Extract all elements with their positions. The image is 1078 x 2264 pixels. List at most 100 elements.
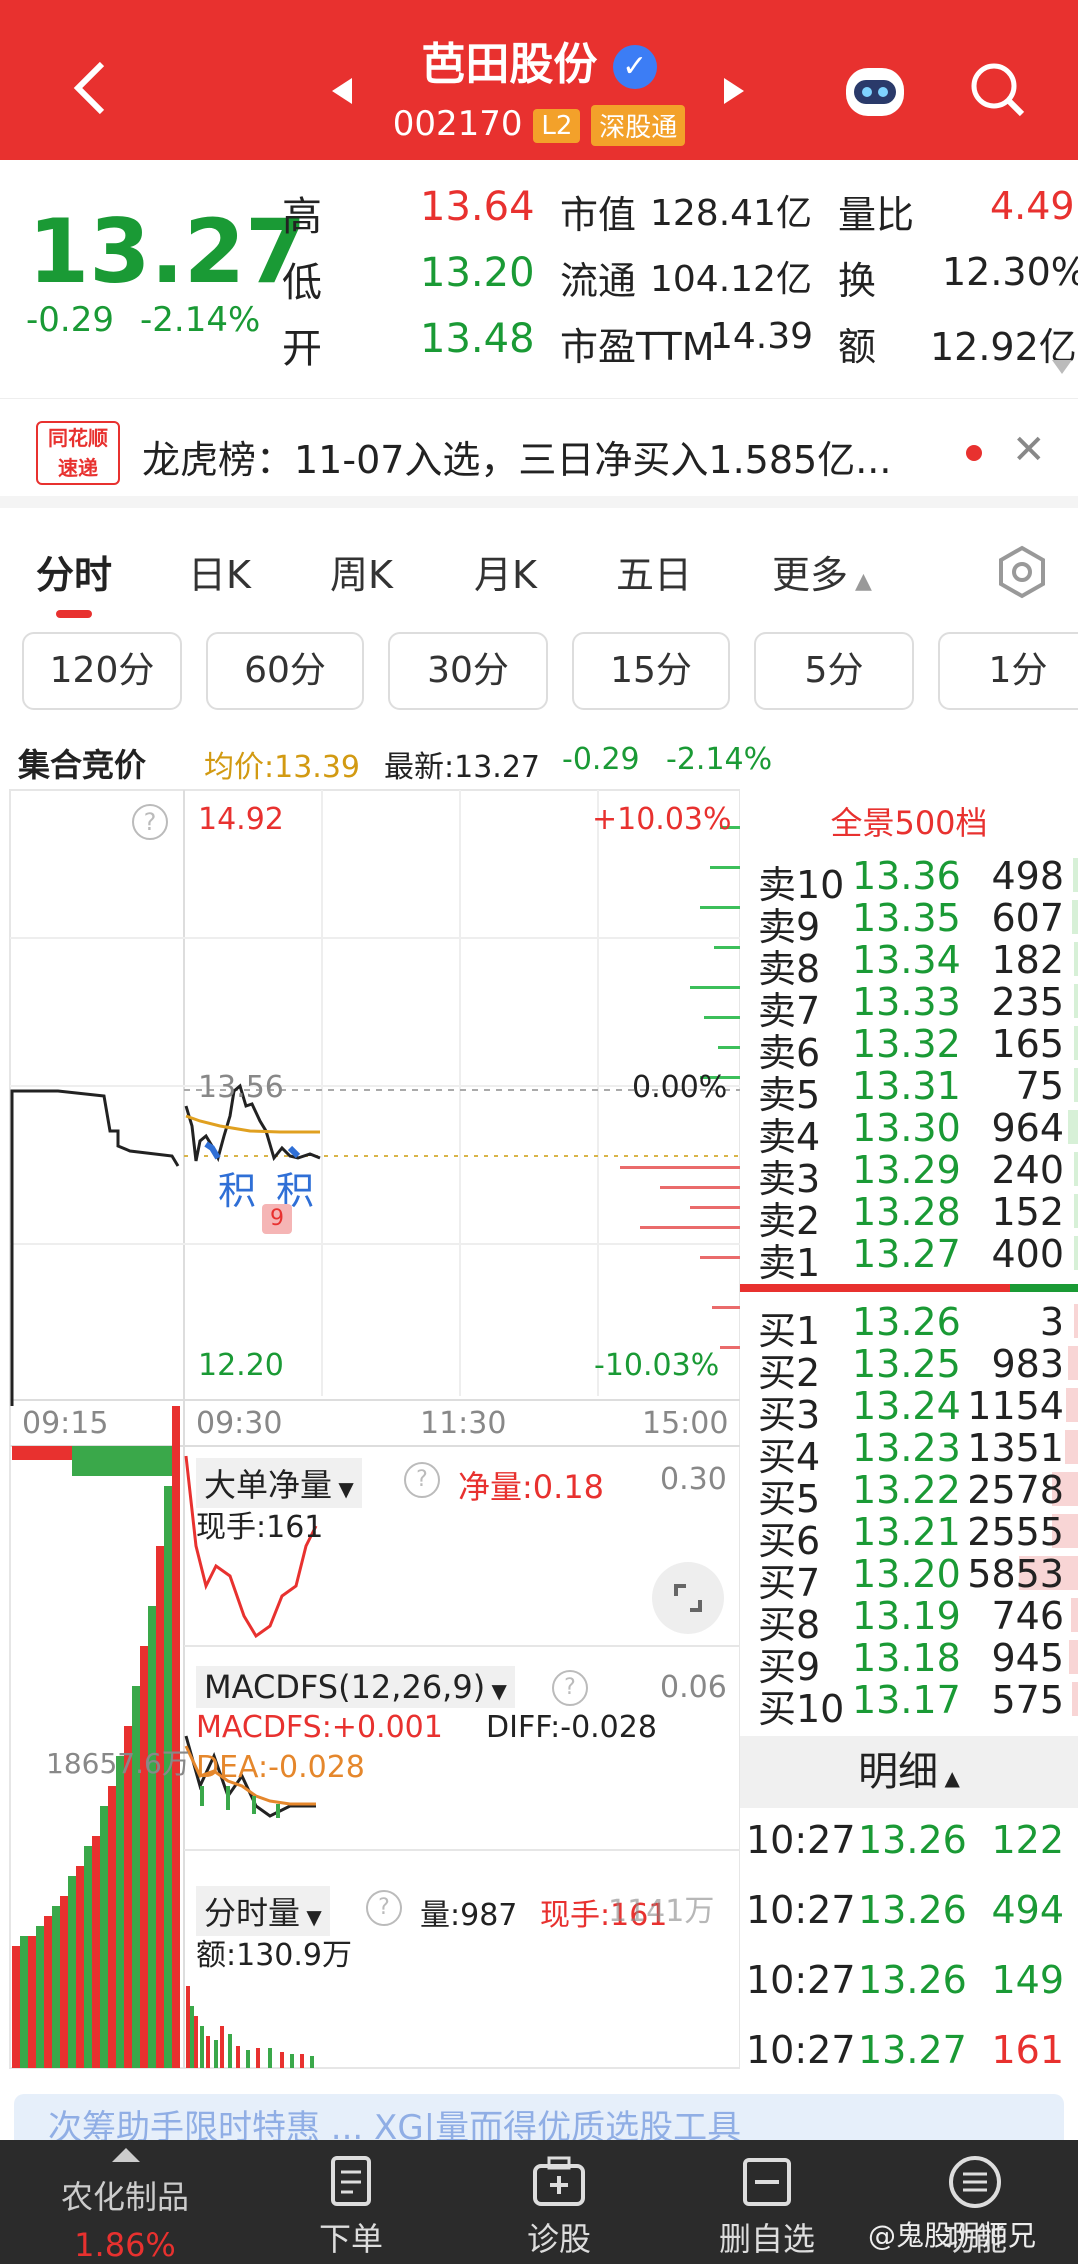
robot-assistant-icon[interactable] (840, 58, 910, 122)
settings-hex-icon[interactable] (994, 544, 1050, 600)
nav-order-button[interactable]: 下单 (276, 2140, 426, 2264)
level-badge: L2 (533, 108, 581, 143)
news-ticker[interactable]: 同花顺 速递 龙虎榜：11-07入选，三日净买入1.585亿... ✕ (0, 398, 1078, 508)
low-label: 低 (282, 260, 322, 306)
nav-remove-watchlist-button[interactable]: 删自选 (692, 2140, 842, 2264)
bid-row[interactable]: 买3 13.24 1154 (740, 1384, 1078, 1437)
help-icon[interactable]: ? (366, 1890, 402, 1926)
trade-volume: 494 (991, 1888, 1064, 1932)
help-icon[interactable]: ? (132, 804, 168, 840)
trade-volume: 149 (991, 1958, 1064, 2002)
open-label: 开 (282, 326, 322, 372)
chart-info-bar: 集合竞价 均价:13.39 最新:13.27 -0.29 -2.14% (0, 738, 1078, 785)
expand-icon[interactable] (1052, 360, 1072, 374)
order-book[interactable]: 全景500档 卖10 13.36 498 卖9 13.35 607 卖8 13.34 182 卖7… (740, 786, 1078, 2084)
tab-intraday[interactable]: 分时 (36, 544, 112, 599)
float-cap-label: 流通 (560, 259, 637, 303)
level-volume: 607 (991, 896, 1064, 940)
period-1[interactable]: 1分 (938, 632, 1078, 710)
trade-time: 10:27 (746, 1888, 856, 1932)
volume-bar (1074, 1026, 1078, 1060)
level-volume: 5853 (967, 1552, 1064, 1596)
buy-sell-ratio-red (740, 1284, 1010, 1292)
price-change: -0.29 (26, 300, 114, 340)
level-volume: 240 (991, 1148, 1064, 1192)
nav-diagnose-button[interactable]: 诊股 (484, 2140, 634, 2264)
bid-row[interactable]: 买1 13.26 3 (740, 1300, 1078, 1353)
trade-detail-row: 10:27 13.26 149 (740, 1958, 1078, 2002)
level-price: 13.17 (852, 1678, 961, 1722)
next-stock-icon[interactable] (722, 76, 746, 106)
period-30[interactable]: 30分 (388, 632, 548, 710)
amount-label: 额 (838, 325, 877, 369)
trade-time: 10:27 (746, 2028, 856, 2072)
ask-row[interactable]: 卖10 13.36 498 (740, 854, 1078, 907)
stock-code: 002170 (392, 104, 523, 144)
turnover-label: 换 (838, 259, 877, 303)
float-cap-value: 104.12亿 (650, 259, 812, 300)
high-label: 高 (282, 194, 322, 240)
volume-bar (1074, 1068, 1078, 1102)
panel2-axis-value: 0.06 (660, 1670, 727, 1705)
level-price: 13.26 (852, 1300, 961, 1344)
ask-row[interactable]: 卖3 13.29 240 (740, 1148, 1078, 1201)
level-volume: 983 (991, 1342, 1064, 1386)
period-60[interactable]: 60分 (206, 632, 364, 710)
volume-bar (1066, 1388, 1078, 1422)
tab-five-day[interactable]: 五日 (616, 544, 692, 599)
sector-button[interactable]: 农化制品 1.86% (0, 2140, 250, 2264)
help-icon[interactable]: ? (552, 1670, 588, 1706)
ask-list: 卖10 13.36 498 卖9 13.35 607 卖8 13.34 182 卖7 13.33 23… (740, 854, 1078, 1285)
ask-row[interactable]: 卖5 13.31 75 (740, 1064, 1078, 1117)
tab-daily-k[interactable]: 日K (188, 544, 251, 599)
period-15[interactable]: 15分 (572, 632, 730, 710)
intraday-chart[interactable]: ? 14.92 +10.03% 13.56 0.00% 12.20 -10.03… (0, 786, 740, 2084)
dropdown-icon: ▼ (332, 1477, 354, 1501)
signal-marker-1[interactable]: 积 (218, 1160, 256, 1215)
level-label: 卖1 (758, 1241, 821, 1285)
bid-row[interactable]: 买4 13.23 1351 (740, 1426, 1078, 1479)
level-volume: 945 (991, 1636, 1064, 1680)
trade-price: 13.26 (858, 1818, 967, 1862)
bid-row[interactable]: 买7 13.20 5853 (740, 1552, 1078, 1605)
promo-banner[interactable]: 次筹助手限时特惠 ... XG|量而得优质选股工具 (14, 2094, 1064, 2140)
ask-row[interactable]: 卖7 13.33 235 (740, 980, 1078, 1033)
volume-ratio-value: 4.49 (990, 184, 1075, 228)
level-volume: 964 (991, 1106, 1064, 1150)
volume-bar (1064, 1430, 1078, 1464)
indicator-select-bigorder[interactable]: 大单净量 ▼ (196, 1458, 362, 1508)
indicator-select-macd[interactable]: MACDFS(12,26,9) ▼ (196, 1666, 515, 1708)
volume-value: 量:987 (420, 1898, 518, 1933)
ask-row[interactable]: 卖1 13.27 400 (740, 1232, 1078, 1285)
period-120[interactable]: 120分 (22, 632, 182, 710)
search-icon[interactable] (968, 60, 1028, 120)
time-label-0915: 09:15 (22, 1406, 109, 1441)
tab-weekly-k[interactable]: 周K (330, 544, 393, 599)
detail-header[interactable]: 明细 ▲ (740, 1736, 1078, 1808)
level-price: 13.22 (852, 1468, 961, 1512)
close-icon[interactable]: ✕ (1012, 427, 1046, 473)
ask-row[interactable]: 卖2 13.28 152 (740, 1190, 1078, 1243)
help-icon[interactable]: ? (404, 1462, 440, 1498)
order-book-title[interactable]: 全景500档 (740, 798, 1078, 844)
period-5[interactable]: 5分 (754, 632, 914, 710)
fullscreen-icon[interactable] (652, 1562, 724, 1634)
bid-row[interactable]: 买6 13.21 2555 (740, 1510, 1078, 1563)
indicator-select-volume[interactable]: 分时量 ▼ (196, 1886, 330, 1936)
bid-row[interactable]: 买5 13.22 2578 (740, 1468, 1078, 1521)
bid-row[interactable]: 买10 13.17 575 (740, 1678, 1078, 1731)
sector-name: 农化制品 (60, 2178, 189, 2216)
ask-row[interactable]: 卖9 13.35 607 (740, 896, 1078, 949)
ask-row[interactable]: 卖8 13.34 182 (740, 938, 1078, 991)
tab-monthly-k[interactable]: 月K (474, 544, 537, 599)
ask-row[interactable]: 卖6 13.32 165 (740, 1022, 1078, 1075)
ask-row[interactable]: 卖4 13.30 964 (740, 1106, 1078, 1159)
tab-more[interactable]: 更多 ▲ (772, 544, 872, 599)
pe-value: 14.39 (710, 316, 814, 357)
bottom-nav: 农化制品 1.86% 下单 诊股 删自选 功能 @鬼股阴师兄 (0, 2140, 1078, 2264)
bid-row[interactable]: 买2 13.25 983 (740, 1342, 1078, 1395)
level-volume: 498 (991, 854, 1064, 898)
bid-row[interactable]: 买8 13.19 746 (740, 1594, 1078, 1647)
bid-row[interactable]: 买9 13.18 945 (740, 1636, 1078, 1689)
volume-bar (1074, 1194, 1078, 1228)
